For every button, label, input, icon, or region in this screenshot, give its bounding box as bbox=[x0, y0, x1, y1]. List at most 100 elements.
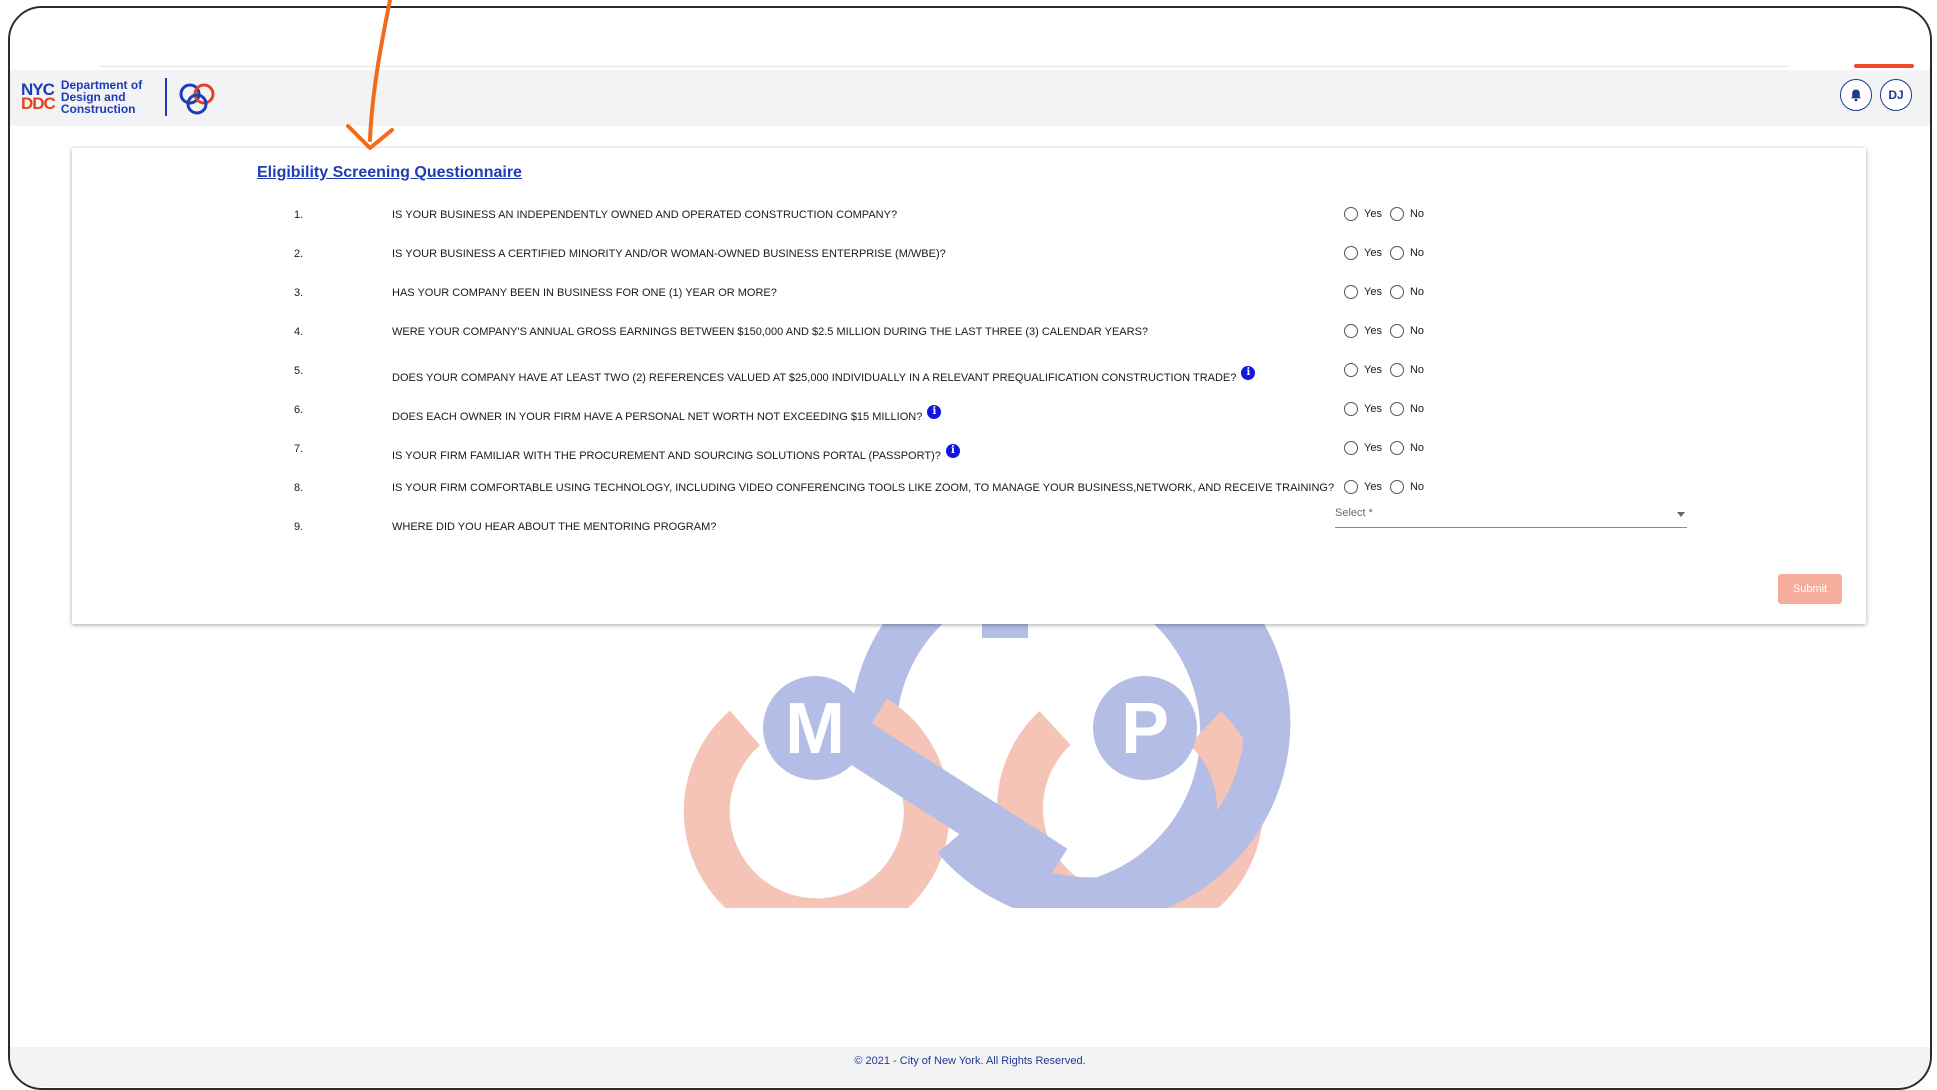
referral-source-select[interactable]: Select * bbox=[1335, 503, 1687, 528]
yes-radio[interactable]: Yes bbox=[1344, 363, 1382, 377]
no-radio[interactable]: No bbox=[1389, 324, 1424, 338]
mentorship-logo-icon bbox=[179, 83, 215, 115]
yes-label: Yes bbox=[1364, 481, 1382, 493]
header-bar: NYC DDC Department of Design and Constru… bbox=[10, 70, 1930, 126]
yes-radio[interactable]: Yes bbox=[1344, 285, 1382, 299]
top-strip bbox=[10, 8, 1930, 70]
info-icon[interactable]: i bbox=[1241, 366, 1256, 380]
tab-indicator bbox=[1854, 64, 1914, 68]
radio-circle-icon bbox=[1344, 324, 1358, 338]
yes-radio[interactable]: Yes bbox=[1344, 441, 1382, 455]
question-label: IS YOUR FIRM COMFORTABLE USING TECHNOLOG… bbox=[392, 482, 1335, 494]
question-label: IS YOUR FIRM FAMILIAR WITH THE PROCUREME… bbox=[392, 450, 941, 462]
question-row: 4. WERE YOUR COMPANY'S ANNUAL GROSS EARN… bbox=[72, 322, 1866, 360]
yes-radio[interactable]: Yes bbox=[1344, 480, 1382, 494]
yes-no-group: Yes No bbox=[1344, 246, 1432, 260]
questionnaire-title[interactable]: Eligibility Screening Questionnaire bbox=[257, 164, 522, 182]
radio-circle-icon bbox=[1389, 246, 1404, 260]
question-number: 5. bbox=[294, 365, 304, 377]
submit-button[interactable]: Submit bbox=[1778, 574, 1842, 604]
yes-radio[interactable]: Yes bbox=[1344, 246, 1382, 260]
notifications-button[interactable] bbox=[1840, 79, 1872, 111]
yes-radio[interactable]: Yes bbox=[1344, 324, 1382, 338]
yes-no-group: Yes No bbox=[1344, 285, 1432, 299]
bell-icon bbox=[1851, 89, 1861, 102]
question-label: WHERE DID YOU HEAR ABOUT THE MENTORING P… bbox=[392, 521, 717, 533]
question-label: DOES EACH OWNER IN YOUR FIRM HAVE A PERS… bbox=[392, 411, 923, 423]
yes-no-group: Yes No bbox=[1344, 441, 1432, 455]
department-name: Department of Design and Construction bbox=[60, 78, 143, 116]
info-icon[interactable]: i bbox=[927, 405, 942, 419]
radio-circle-icon bbox=[1344, 363, 1358, 377]
yes-label: Yes bbox=[1364, 286, 1382, 298]
question-label: IS YOUR BUSINESS A CERTIFIED MINORITY AN… bbox=[392, 248, 946, 260]
yes-label: Yes bbox=[1364, 325, 1382, 337]
question-row: 7. IS YOUR FIRM FAMILIAR WITH THE PROCUR… bbox=[72, 439, 1866, 477]
yes-no-group: Yes No bbox=[1344, 363, 1432, 377]
watermark-m: M bbox=[785, 689, 845, 769]
copyright-text: © 2021 - City of New York. All Rights Re… bbox=[854, 1055, 1086, 1067]
no-radio[interactable]: No bbox=[1389, 402, 1425, 416]
no-label: No bbox=[1409, 247, 1425, 259]
yes-label: Yes bbox=[1364, 442, 1382, 454]
no-radio[interactable]: No bbox=[1389, 441, 1425, 455]
question-text: IS YOUR BUSINESS AN INDEPENDENTLY OWNED … bbox=[392, 209, 897, 221]
yes-no-group: Yes No bbox=[1344, 480, 1432, 494]
select-placeholder: Select * bbox=[1335, 507, 1373, 519]
no-radio[interactable]: No bbox=[1389, 285, 1424, 299]
logo-divider bbox=[164, 78, 167, 116]
info-icon[interactable]: i bbox=[945, 444, 960, 458]
annotation-arrow-icon bbox=[346, 0, 394, 150]
footer: © 2021 - City of New York. All Rights Re… bbox=[10, 1047, 1930, 1087]
logo-line2: DDC bbox=[21, 94, 56, 113]
no-label: No bbox=[1409, 481, 1425, 493]
questionnaire-card: Eligibility Screening Questionnaire 1. I… bbox=[72, 148, 1866, 624]
question-number: 7. bbox=[294, 443, 304, 455]
user-avatar-button[interactable]: DJ bbox=[1880, 79, 1912, 111]
radio-circle-icon bbox=[1389, 480, 1404, 494]
question-number: 8. bbox=[294, 482, 304, 494]
no-radio[interactable]: No bbox=[1389, 363, 1425, 377]
radio-circle-icon bbox=[1344, 207, 1358, 221]
question-text: DOES EACH OWNER IN YOUR FIRM HAVE A PERS… bbox=[392, 405, 942, 424]
mp-watermark-logo: M P bbox=[683, 608, 1291, 908]
question-text: WERE YOUR COMPANY'S ANNUAL GROSS EARNING… bbox=[392, 326, 1148, 338]
question-text: DOES YOUR COMPANY HAVE AT LEAST TWO (2) … bbox=[392, 366, 1256, 385]
radio-circle-icon bbox=[1344, 441, 1358, 455]
question-text: IS YOUR BUSINESS A CERTIFIED MINORITY AN… bbox=[392, 248, 946, 260]
radio-circle-icon bbox=[1344, 402, 1358, 416]
question-number: 1. bbox=[294, 209, 304, 221]
yes-radio[interactable]: Yes bbox=[1344, 402, 1382, 416]
question-number: 3. bbox=[294, 287, 304, 299]
nyc-wordmark: NYC DDC bbox=[21, 81, 56, 113]
radio-circle-icon bbox=[1344, 285, 1358, 299]
yes-label: Yes bbox=[1364, 364, 1382, 376]
watermark-p: P bbox=[1121, 689, 1169, 769]
no-radio[interactable]: No bbox=[1389, 480, 1425, 494]
radio-circle-icon bbox=[1389, 324, 1404, 338]
yes-label: Yes bbox=[1364, 208, 1382, 220]
question-label: HAS YOUR COMPANY BEEN IN BUSINESS FOR ON… bbox=[392, 287, 777, 299]
no-label: No bbox=[1409, 442, 1425, 454]
question-text: WHERE DID YOU HEAR ABOUT THE MENTORING P… bbox=[392, 521, 716, 533]
question-label: DOES YOUR COMPANY HAVE AT LEAST TWO (2) … bbox=[392, 372, 1237, 384]
nyc-ddc-logo[interactable]: NYC DDC Department of Design and Constru… bbox=[21, 78, 217, 116]
question-row: 3. HAS YOUR COMPANY BEEN IN BUSINESS FOR… bbox=[72, 283, 1866, 321]
radio-circle-icon bbox=[1389, 363, 1404, 377]
no-label: No bbox=[1409, 364, 1425, 376]
radio-circle-icon bbox=[1389, 441, 1404, 455]
question-label: WERE YOUR COMPANY'S ANNUAL GROSS EARNING… bbox=[392, 326, 1149, 338]
question-row: 2. IS YOUR BUSINESS A CERTIFIED MINORITY… bbox=[72, 244, 1866, 282]
no-label: No bbox=[1409, 403, 1425, 415]
yes-radio[interactable]: Yes bbox=[1344, 207, 1382, 221]
yes-no-group: Yes No bbox=[1344, 324, 1432, 338]
question-text: HAS YOUR COMPANY BEEN IN BUSINESS FOR ON… bbox=[392, 287, 777, 299]
question-number: 6. bbox=[294, 404, 304, 416]
question-text: IS YOUR FIRM COMFORTABLE USING TECHNOLOG… bbox=[392, 482, 1334, 494]
radio-circle-icon bbox=[1344, 480, 1358, 494]
question-row: 1. IS YOUR BUSINESS AN INDEPENDENTLY OWN… bbox=[72, 205, 1866, 243]
yes-no-group: Yes No bbox=[1344, 207, 1432, 221]
no-radio[interactable]: No bbox=[1389, 207, 1424, 221]
question-row: 5. DOES YOUR COMPANY HAVE AT LEAST TWO (… bbox=[72, 361, 1866, 399]
no-radio[interactable]: No bbox=[1389, 246, 1425, 260]
